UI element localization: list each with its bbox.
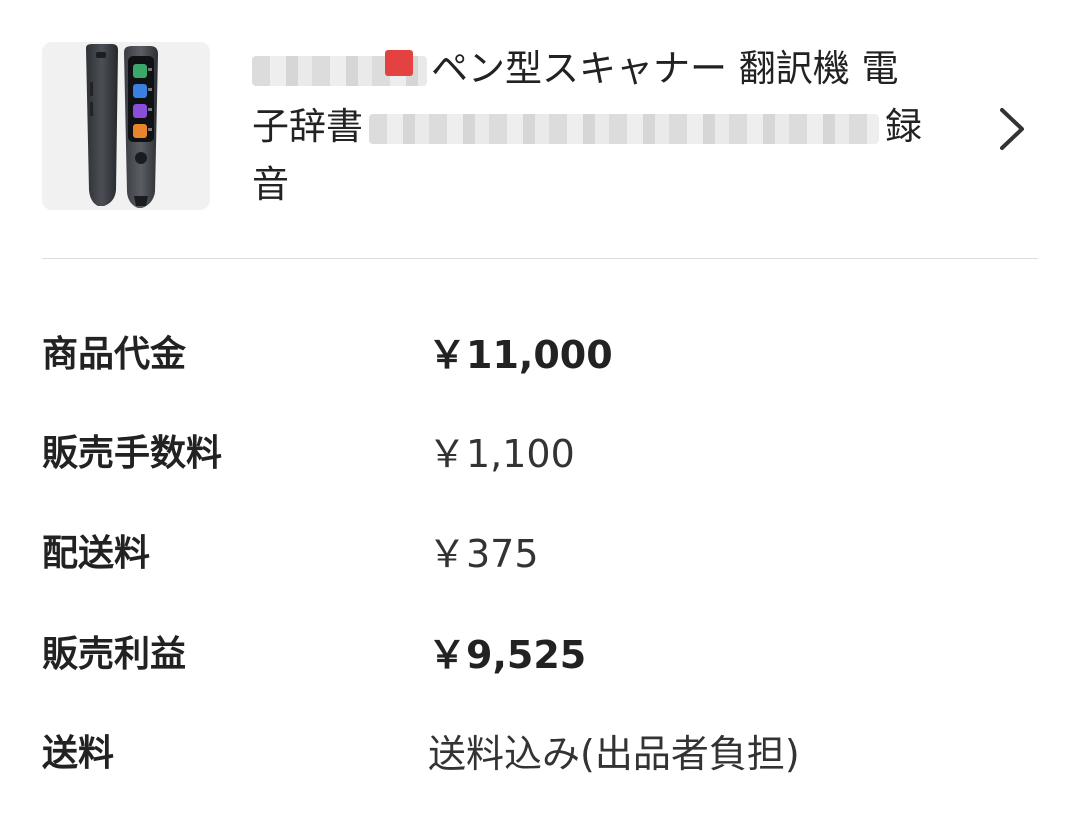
summary-row-shipping: 送料 送料込み(出品者負担) [42, 724, 1038, 784]
summary-row-item-price: 商品代金 ￥11,000 [42, 325, 1038, 385]
row-value: 送料込み(出品者負担) [428, 732, 800, 776]
row-label: 配送料 [42, 533, 151, 574]
row-value: ￥375 [428, 532, 539, 576]
product-thumbnail [42, 42, 210, 210]
product-link[interactable]: ペン型スキャナー 翻訳機 電 子辞書 録 音 [0, 0, 1080, 258]
product-title-line-1: ペン型スキャナー 翻訳機 電 [252, 40, 952, 98]
redacted-text [252, 49, 427, 86]
row-label: 販売利益 [42, 634, 187, 675]
summary-row-profit: 販売利益 ￥9,525 [42, 625, 1038, 685]
pen-scanner-image [86, 44, 158, 208]
product-title-line-3: 音 [252, 156, 952, 214]
row-label: 送料 [42, 733, 115, 774]
product-title-text-2a: 子辞書 [252, 105, 363, 148]
divider [42, 258, 1038, 259]
redacted-text [369, 113, 879, 144]
product-title-text-2b: 録 [885, 105, 922, 148]
row-value: ￥1,100 [428, 432, 575, 476]
product-title-text-3: 音 [252, 163, 289, 206]
row-label: 販売手数料 [42, 433, 223, 474]
row-label: 商品代金 [42, 334, 187, 375]
product-title-line-2: 子辞書 録 [252, 98, 952, 156]
product-title: ペン型スキャナー 翻訳機 電 子辞書 録 音 [252, 40, 952, 214]
summary-row-shipping-fee: 配送料 ￥375 [42, 524, 1038, 584]
chevron-right-icon[interactable] [996, 104, 1030, 154]
row-value: ￥11,000 [428, 333, 613, 377]
summary-row-sales-fee: 販売手数料 ￥1,100 [42, 424, 1038, 484]
row-value: ￥9,525 [428, 633, 587, 677]
product-title-text-1: ペン型スキャナー 翻訳機 電 [431, 47, 899, 90]
